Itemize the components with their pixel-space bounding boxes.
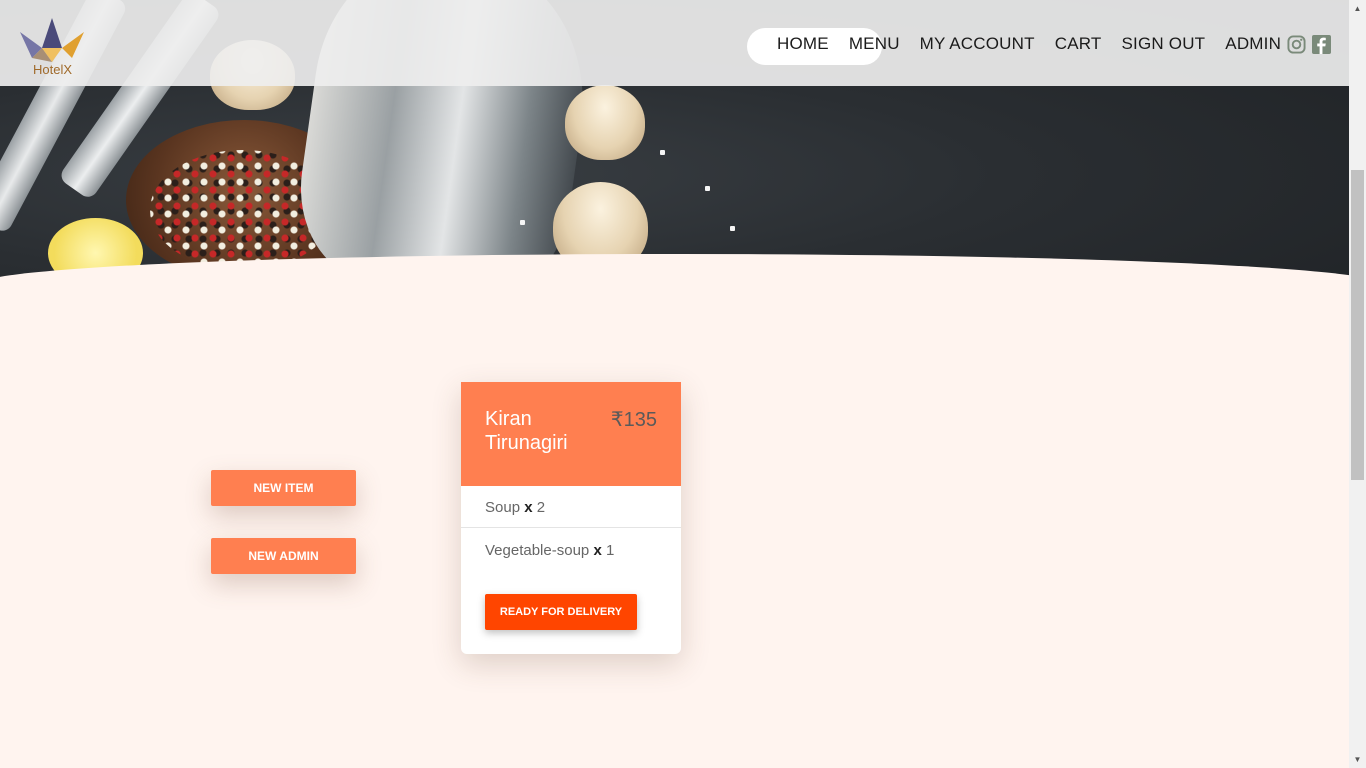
scrollbar[interactable]: ▲ ▼	[1349, 0, 1366, 768]
nav-admin[interactable]: ADMIN	[1225, 34, 1281, 54]
scroll-up-arrow-icon[interactable]: ▲	[1349, 0, 1366, 17]
facebook-icon[interactable]	[1312, 35, 1331, 54]
new-item-button[interactable]: NEW ITEM	[211, 470, 356, 506]
order-total: ₹135	[610, 409, 657, 431]
item-qty: 2	[536, 499, 546, 516]
item-times: x	[593, 542, 602, 559]
salt-grain	[660, 150, 665, 155]
order-item: Vegetable-soup x 1	[461, 528, 681, 572]
customer-name: Kiran Tirunagiri	[485, 408, 568, 454]
order-card: Kiran Tirunagiri ₹135 Soup x 2 Vegetable…	[461, 382, 681, 654]
instagram-icon[interactable]	[1287, 35, 1306, 54]
order-item: Soup x 2	[461, 486, 681, 528]
order-card-header: Kiran Tirunagiri ₹135	[461, 382, 681, 486]
item-times: x	[524, 499, 533, 516]
clam-image	[565, 85, 645, 160]
logo-icon	[20, 18, 84, 62]
salt-grain	[730, 226, 735, 231]
new-admin-button[interactable]: NEW ADMIN	[211, 538, 356, 574]
item-qty: 1	[605, 542, 615, 559]
nav-my-account[interactable]: MY ACCOUNT	[920, 34, 1035, 54]
scroll-down-arrow-icon[interactable]: ▼	[1349, 751, 1366, 768]
ready-for-delivery-button[interactable]: READY FOR DELIVERY	[485, 594, 637, 630]
social-links	[1287, 35, 1331, 54]
item-name: Soup	[485, 499, 521, 516]
nav-cart[interactable]: CART	[1055, 34, 1102, 54]
site-header: HotelX HOME MENU MY ACCOUNT CART SIGN OU…	[0, 0, 1349, 86]
logo-text: HotelX	[33, 62, 73, 77]
item-name: Vegetable-soup	[485, 542, 590, 559]
salt-grain	[705, 186, 710, 191]
nav-sign-out[interactable]: SIGN OUT	[1122, 34, 1206, 54]
main-nav: HOME MENU MY ACCOUNT CART SIGN OUT ADMIN	[777, 34, 1301, 54]
scroll-thumb[interactable]	[1351, 170, 1364, 480]
nav-home[interactable]: HOME	[777, 34, 829, 54]
salt-grain	[520, 220, 525, 225]
nav-menu[interactable]: MENU	[849, 34, 900, 54]
